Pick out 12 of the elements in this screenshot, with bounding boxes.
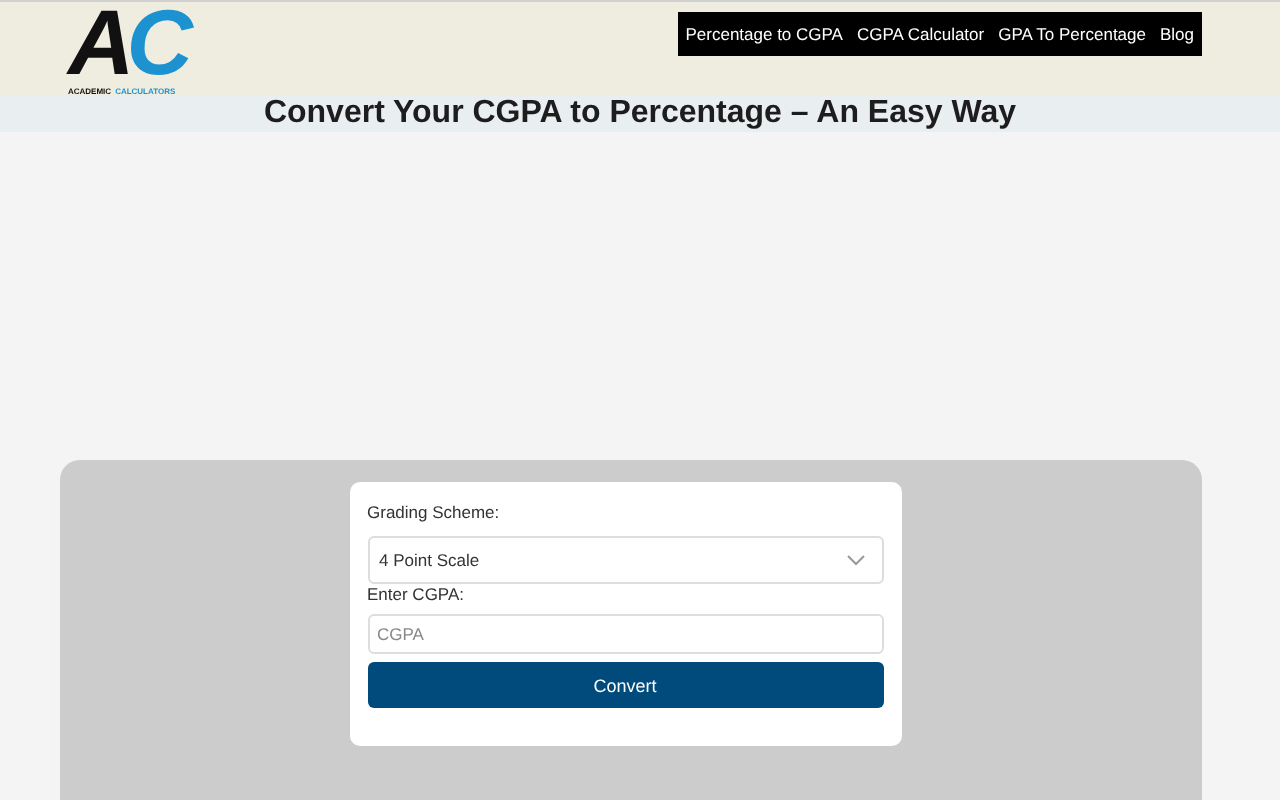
- nav-link[interactable]: CGPA Calculator: [856, 24, 985, 44]
- page-title: Convert Your CGPA to Percentage – An Easy Way: [263, 96, 1017, 132]
- nav-link[interactable]: Percentage to CGPA: [685, 24, 843, 44]
- nav-link[interactable]: GPA To Percentage: [998, 24, 1146, 44]
- scheme-dropdown[interactable]: 4 Point Scale: [367, 536, 883, 584]
- chevron-icon: [845, 554, 865, 566]
- nav-link[interactable]: Blog: [1159, 24, 1194, 44]
- field-label: Enter CGPA:: [367, 584, 464, 604]
- field-label: Grading Scheme:: [367, 502, 500, 522]
- cgpa-input[interactable]: CGPA: [367, 614, 883, 654]
- logo-letter: C: [126, 2, 193, 82]
- convert-button[interactable]: Convert: [367, 662, 883, 708]
